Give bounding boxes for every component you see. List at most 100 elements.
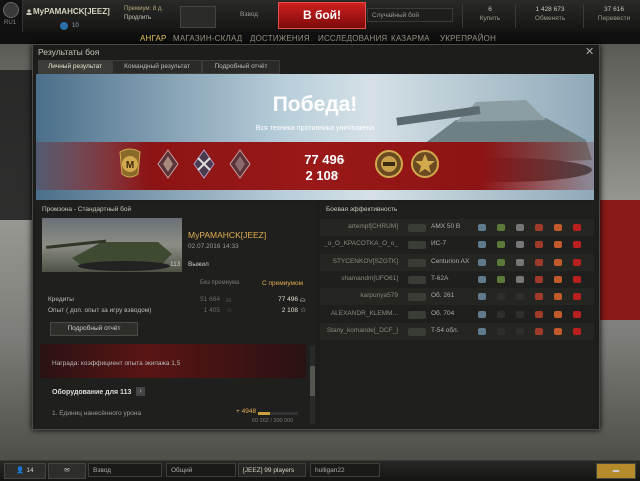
close-icon[interactable]: ✕: [585, 45, 594, 58]
nav-achievements[interactable]: ДОСТИЖЕНИЯ: [250, 34, 310, 43]
crits-icon[interactable]: [516, 275, 524, 283]
hits-icon[interactable]: [554, 293, 562, 301]
hits-icon[interactable]: [554, 224, 562, 231]
assist-icon[interactable]: [497, 275, 505, 283]
crits-icon[interactable]: [516, 293, 524, 301]
tank-icon: [408, 224, 426, 232]
premium-status[interactable]: Премиум: 8 д. Продлить: [124, 5, 163, 23]
tab-detailed-report[interactable]: Подробный отчёт: [202, 60, 280, 74]
player-name[interactable]: MyPAMAHCK[JEEZ]: [33, 7, 110, 16]
map-and-mode: Промзона - Стандартный бой: [42, 206, 132, 213]
scrollbar-thumb[interactable]: [310, 366, 315, 396]
spotted-icon[interactable]: [478, 258, 486, 266]
nav-hangar[interactable]: АНГАР: [140, 34, 167, 43]
nav-barracks[interactable]: КАЗАРМА: [391, 34, 430, 43]
chevron-right-icon[interactable]: ›: [136, 387, 145, 396]
assist-icon[interactable]: [497, 224, 505, 231]
divider: [515, 4, 516, 28]
spotted-icon[interactable]: [478, 275, 486, 283]
server-icon[interactable]: [3, 2, 19, 18]
crits-icon[interactable]: [516, 224, 524, 231]
battle-result: Победа!: [272, 93, 358, 116]
notifications-button[interactable]: ▬: [596, 463, 636, 479]
class-medal-icon[interactable]: [410, 148, 440, 180]
nav-stronghold[interactable]: УКРЕПРАЙОН: [440, 34, 496, 43]
achievement-medal-icon[interactable]: [156, 148, 180, 180]
kill-icon[interactable]: [573, 327, 581, 335]
result-player-name: MyPAMAHCK[JEEZ]: [188, 230, 267, 240]
battle-mode-select[interactable]: Случайный бой: [367, 8, 453, 22]
friends-count: 14: [26, 467, 34, 474]
detailed-report-button[interactable]: Подробный отчёт: [50, 322, 138, 336]
kill-icon[interactable]: [573, 293, 581, 301]
kill-icon[interactable]: [573, 224, 581, 231]
platoon-channel[interactable]: Взвод: [88, 463, 162, 477]
experience-row-label: Опыт ( доп. опыт за игру взводом): [48, 307, 152, 314]
gold-buy-link[interactable]: Купить: [472, 14, 508, 23]
platoon-invite-icon[interactable]: [180, 6, 216, 28]
achievement-medal-icon[interactable]: [228, 148, 252, 180]
assist-icon[interactable]: [497, 293, 505, 301]
nav-shop[interactable]: МАГАЗИН-СКЛАД: [173, 34, 242, 43]
mastery-badge-icon[interactable]: M: [118, 148, 142, 180]
damage-icon[interactable]: [535, 224, 543, 231]
top-gun-medal-icon[interactable]: [374, 148, 404, 180]
channel-general[interactable]: Общий: [166, 463, 236, 477]
platoon-channel-label: Взвод: [93, 467, 111, 474]
assist-icon[interactable]: [497, 241, 505, 249]
free-xp-block[interactable]: 37 616 Перевести: [592, 5, 636, 23]
damage-icon[interactable]: [535, 275, 543, 283]
assist-icon[interactable]: [497, 310, 505, 318]
channel-clan[interactable]: [JEEZ] 99 players: [238, 463, 306, 477]
credits-exchange-link[interactable]: Обменять: [524, 14, 576, 23]
damage-icon[interactable]: [535, 258, 543, 266]
nav-research[interactable]: ИССЛЕДОВАНИЯ: [318, 34, 387, 43]
contacts-button[interactable]: ✉: [48, 463, 86, 479]
battle-button[interactable]: В бой!: [278, 2, 366, 29]
assist-icon[interactable]: [497, 258, 505, 266]
crits-icon[interactable]: [516, 241, 524, 249]
spotted-icon[interactable]: [478, 293, 486, 301]
crits-icon[interactable]: [516, 327, 524, 335]
damage-task-label: 1. Единиц нанесённого урона: [52, 410, 142, 417]
hits-icon[interactable]: [554, 241, 562, 249]
hits-icon[interactable]: [554, 275, 562, 283]
free-xp-transfer-link[interactable]: Перевести: [592, 14, 636, 23]
damage-icon[interactable]: [535, 310, 543, 318]
crits-icon[interactable]: [516, 310, 524, 318]
friends-button[interactable]: 👤 14: [4, 463, 46, 479]
premium-extend-link[interactable]: Продлить: [124, 14, 163, 23]
damage-icon[interactable]: [535, 293, 543, 301]
gold-block[interactable]: 6 Купить: [472, 5, 508, 23]
player-row-tank: Об. 261: [431, 292, 455, 300]
chat-icon: ✉: [64, 467, 70, 474]
damage-icon[interactable]: [535, 327, 543, 335]
kill-icon[interactable]: [573, 275, 581, 283]
crits-icon[interactable]: [516, 258, 524, 266]
hits-icon[interactable]: [554, 327, 562, 335]
spotted-icon[interactable]: [478, 310, 486, 318]
tab-team-result[interactable]: Командный результат: [112, 60, 202, 74]
assist-icon[interactable]: [497, 327, 505, 335]
achievement-medal-icon[interactable]: [192, 148, 216, 180]
spotted-icon[interactable]: [478, 327, 486, 335]
tab-personal-result[interactable]: Личный результат: [38, 60, 112, 74]
kill-icon[interactable]: [573, 258, 581, 266]
hits-icon[interactable]: [554, 258, 562, 266]
tank-icon: [408, 310, 426, 319]
vehicle-name: 113: [170, 261, 181, 268]
channel-private[interactable]: hulligan22: [310, 463, 380, 477]
hits-icon[interactable]: [554, 310, 562, 318]
efficiency-title: Боевая эффективность: [326, 206, 398, 213]
spotted-icon[interactable]: [478, 241, 486, 249]
kill-icon[interactable]: [573, 310, 581, 318]
platoon-label[interactable]: Взвод: [240, 11, 258, 18]
kill-icon[interactable]: [573, 241, 581, 249]
damage-icon[interactable]: [535, 241, 543, 249]
player-row-name: ALEXANDR_KLEMM...: [330, 309, 398, 317]
column-header-no-premium: Без премиума: [200, 280, 240, 286]
dialog-title: Результаты боя: [38, 47, 100, 57]
experience-icon: ☆: [331, 170, 340, 181]
credits-block[interactable]: 1 428 673 Обменять: [524, 5, 576, 23]
spotted-icon[interactable]: [478, 224, 486, 231]
